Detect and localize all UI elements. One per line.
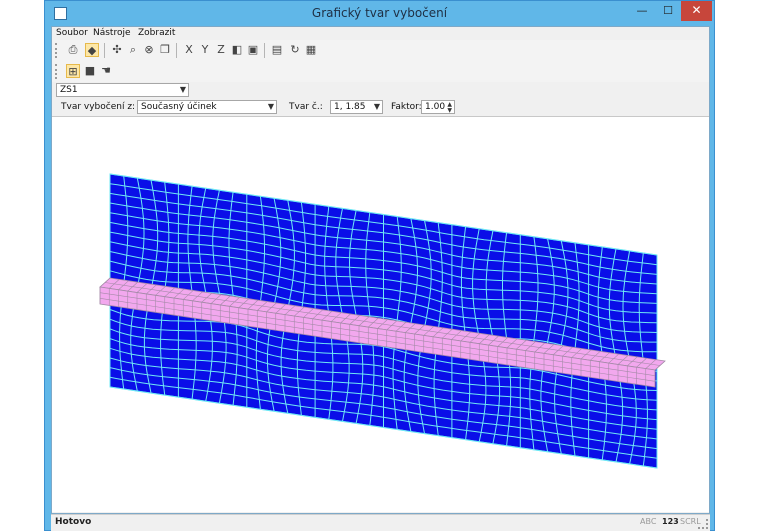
active-view-icon[interactable]: ▤ xyxy=(270,43,284,57)
display-toolbar: ⊞ ■ ☚ xyxy=(52,61,709,83)
factor-value: 1.00 xyxy=(425,102,446,112)
chevron-down-icon: ▼ xyxy=(179,85,186,94)
mesh-icon[interactable]: ⊞ xyxy=(66,64,80,78)
menu-nastroje[interactable]: Nástroje xyxy=(93,28,131,38)
toolbar-grip[interactable] xyxy=(55,64,60,79)
shape-no-select[interactable]: 1, 1.85 ▼ xyxy=(330,100,383,114)
indicator-num: 123 xyxy=(662,517,679,526)
menu-zobrazit[interactable]: Zobrazit xyxy=(138,28,175,38)
title-bar[interactable]: Grafický tvar vybočení — ☐ ✕ xyxy=(45,1,714,26)
minimize-button[interactable]: — xyxy=(629,1,655,21)
view-x-icon[interactable]: X xyxy=(182,43,196,57)
maximize-button[interactable]: ☐ xyxy=(655,1,681,21)
rotate-icon[interactable]: ↻ xyxy=(288,43,302,57)
load-case-select[interactable]: ZS1 ▼ xyxy=(56,83,189,97)
zoom-icon[interactable]: ⌕ xyxy=(126,43,140,57)
view-y-icon[interactable]: Y xyxy=(198,43,212,57)
factor-spinner[interactable]: 1.00 ▲ ▼ xyxy=(421,100,455,114)
app-window: Grafický tvar vybočení — ☐ ✕ Soubor Nást… xyxy=(44,0,715,531)
menu-soubor[interactable]: Soubor xyxy=(56,28,88,38)
graphic-view[interactable] xyxy=(52,117,709,512)
shape-from-label: Tvar vybočení z: xyxy=(61,102,136,112)
buckling-shape-drawing[interactable] xyxy=(52,117,709,512)
toolbar-grip[interactable] xyxy=(55,43,60,58)
isometric-icon[interactable]: ◧ xyxy=(230,43,244,57)
shape-no-value: 1, 1.85 xyxy=(334,102,366,112)
view-z-icon[interactable]: Z xyxy=(214,43,228,57)
shape-from-select[interactable]: Současný účinek ▼ xyxy=(137,100,277,114)
zoom-reset-icon[interactable]: ⊗ xyxy=(142,43,156,57)
load-case-bar: ZS1 ▼ xyxy=(52,82,709,100)
color-icon[interactable]: ■ xyxy=(83,64,97,78)
print-preview-icon[interactable]: ▦ xyxy=(304,43,318,57)
shape-from-value: Současný účinek xyxy=(141,102,217,112)
pointer-icon[interactable]: ✣ xyxy=(110,43,124,57)
indicator-abc: ABC xyxy=(640,517,657,526)
window-title: Grafický tvar vybočení xyxy=(311,6,448,20)
chevron-down-icon: ▼ xyxy=(373,102,380,111)
resize-grip-icon[interactable] xyxy=(698,519,708,529)
client-area: Soubor Nástroje Zobrazit ⎙ ◆ ✣ ⌕ ⊗ ❐ X Y… xyxy=(51,26,710,514)
toolbar-separator xyxy=(104,43,105,58)
toolbar-separator xyxy=(264,43,265,58)
spinner-arrows-icon[interactable]: ▲ ▼ xyxy=(447,102,452,114)
status-bar: Hotovo ABC 123 SCRL xyxy=(51,514,710,531)
menu-bar: Soubor Nástroje Zobrazit xyxy=(52,27,709,40)
view-3d-icon[interactable]: ▣ xyxy=(246,43,260,57)
toolbar-separator xyxy=(176,43,177,58)
hand-icon[interactable]: ☚ xyxy=(99,64,113,78)
print-icon[interactable]: ⎙ xyxy=(66,43,80,57)
load-case-value: ZS1 xyxy=(60,85,78,95)
buckling-options-bar: Tvar vybočení z: Současný účinek ▼ Tvar … xyxy=(52,99,709,117)
copy-icon[interactable]: ❐ xyxy=(158,43,172,57)
shape-no-label: Tvar č.: xyxy=(289,102,323,112)
chevron-down-icon: ▼ xyxy=(267,102,274,111)
main-toolbar: ⎙ ◆ ✣ ⌕ ⊗ ❐ X Y Z ◧ ▣ ▤ ↻ ▦ xyxy=(52,40,709,62)
factor-label: Faktor: xyxy=(391,102,422,112)
render-icon[interactable]: ◆ xyxy=(85,43,99,57)
status-text: Hotovo xyxy=(55,517,92,527)
close-button[interactable]: ✕ xyxy=(681,1,712,21)
